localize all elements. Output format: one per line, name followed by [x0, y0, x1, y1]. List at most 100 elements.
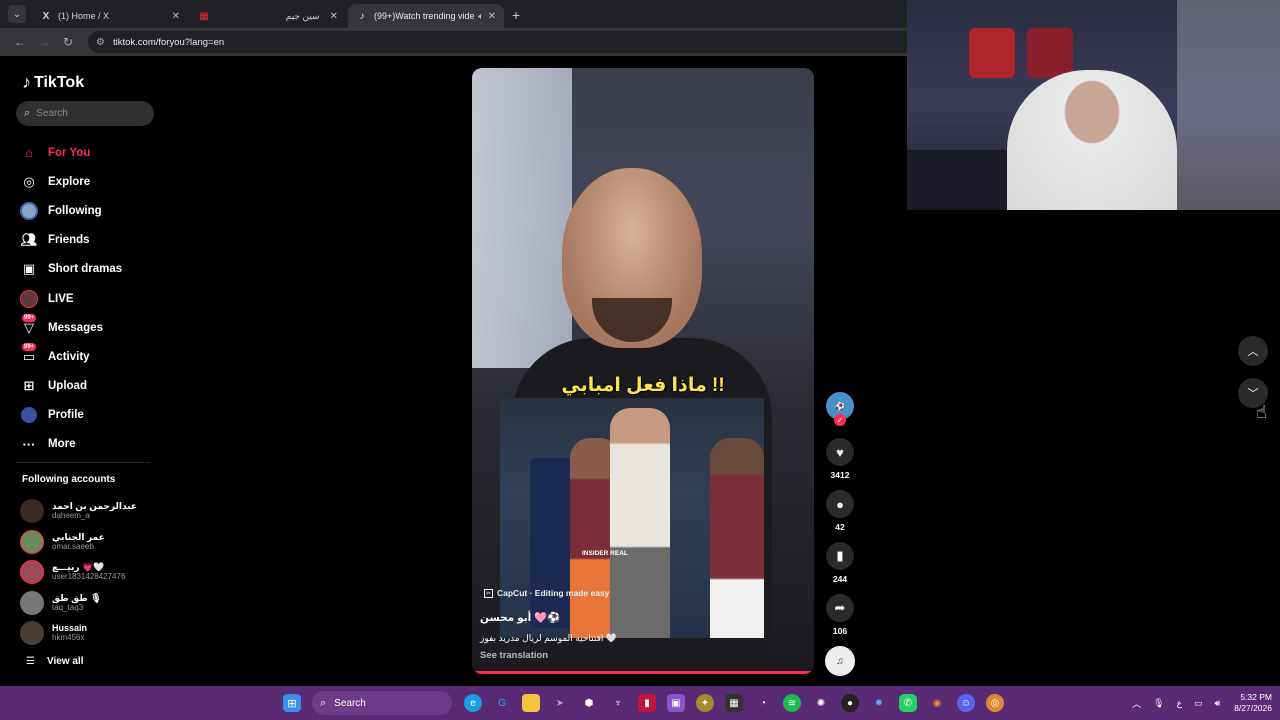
app-icon[interactable]: ▮	[638, 694, 656, 712]
close-icon[interactable]: ✕	[330, 11, 338, 22]
nav-friends[interactable]: 👥︎ Friends	[20, 226, 122, 255]
app-icon[interactable]: ✹	[870, 694, 888, 712]
nav-label: Following	[48, 204, 102, 217]
activity-badge: 99+	[22, 342, 37, 351]
activity-icon: ▭ 99+	[22, 342, 37, 364]
volume-icon[interactable]: 🔊︎	[1215, 698, 1221, 709]
see-translation-link[interactable]: See translation	[480, 650, 548, 661]
nav-explore[interactable]: ◎ Explore	[20, 167, 122, 196]
video-author[interactable]: أبو محسن 🩷⚽	[480, 611, 560, 624]
new-tab-button[interactable]: +	[512, 7, 520, 23]
share-button[interactable]: ➦ 106	[824, 594, 856, 638]
video-progress-bar[interactable]	[472, 671, 814, 674]
nav-label: More	[48, 438, 76, 451]
folder-icon[interactable]	[522, 694, 540, 712]
app-icon[interactable]: ●	[841, 694, 859, 712]
hand-cursor-icon: ☝	[1256, 402, 1267, 422]
taskbar-search-label: Search	[334, 697, 366, 709]
account-item[interactable]: طق طق 🎙 taq_taq3	[20, 588, 137, 619]
list-icon: ☰	[26, 656, 35, 667]
comment-count: 42	[835, 522, 845, 532]
chrome-app-icon[interactable]: G	[493, 694, 511, 712]
home-icon: ⌂	[25, 145, 33, 161]
account-item[interactable]: عبدالرحمن بن احمد daheem_a	[20, 496, 137, 527]
account-name: ربيـــع 💗🤍	[52, 562, 105, 573]
profile-icon	[20, 406, 38, 424]
monitor-icon[interactable]: ▭	[1194, 698, 1203, 709]
nav-upload[interactable]: ⊞ Upload	[20, 372, 122, 401]
save-button[interactable]: ▮ 244	[824, 542, 856, 586]
tab-tiktok[interactable]: ♪ (99+)Watch trending videos 🔈︎ ✕	[348, 4, 504, 28]
app-icon[interactable]: ✦	[696, 694, 714, 712]
account-item[interactable]: Hussain hkm456x	[20, 618, 137, 649]
site-info-icon[interactable]: ⚙︎	[96, 37, 105, 48]
tab-search-dropdown[interactable]: ⌄	[8, 5, 26, 23]
messages-icon: ▽ 99+	[22, 313, 37, 335]
view-all-link[interactable]: ☰ View all	[26, 656, 83, 667]
speaker-icon[interactable]: 🔈︎	[478, 11, 483, 22]
comment-button[interactable]: ● 42	[824, 490, 856, 534]
capcut-anchor[interactable]: ✂ CapCut · Editing made easy	[484, 588, 609, 598]
following-avatar-icon	[20, 201, 38, 220]
action-bar: ⚽ ✓ ♥ 3412 ● 42 ▮ 244 ➦ 106	[824, 392, 856, 646]
telegram-icon[interactable]: ➤	[551, 694, 569, 712]
video-player[interactable]: INSIDER REAL ماذا فعل امبابي !! ✂ CapCut…	[472, 68, 814, 674]
nav-short-dramas[interactable]: ▣ Short dramas	[20, 255, 122, 284]
spotify-icon[interactable]: ≋	[783, 694, 801, 712]
app-icon[interactable]: ▣	[667, 694, 685, 712]
app-icon[interactable]: ◉	[928, 694, 946, 712]
app-icon[interactable]: ▦	[725, 694, 743, 712]
clock-time: 5:32 PM	[1240, 692, 1272, 702]
nav-for-you[interactable]: ⌂ For You	[20, 138, 122, 167]
jersey-image	[1027, 28, 1073, 78]
app-icon[interactable]: ♆	[609, 694, 627, 712]
previous-video-button[interactable]: ︿	[1238, 336, 1268, 366]
inset-clip-image: INSIDER REAL	[500, 398, 764, 638]
follow-plus-icon[interactable]: ✓	[834, 414, 846, 426]
creator-avatar[interactable]: ⚽ ✓	[826, 392, 854, 426]
taskbar-search[interactable]: ⌕ Search	[312, 691, 452, 715]
account-item[interactable]: ربيـــع 💗🤍 user1831428427476	[20, 557, 137, 588]
close-icon[interactable]: ✕	[488, 11, 496, 22]
nav-more[interactable]: ··· More	[20, 430, 122, 459]
discord-icon[interactable]: ☺	[957, 694, 975, 712]
avatar	[20, 529, 44, 554]
account-item[interactable]: عمر الجنابي omar.saeeb	[20, 527, 137, 558]
language-indicator[interactable]: ع	[1177, 698, 1182, 709]
reload-icon[interactable]: ↻	[60, 35, 76, 49]
back-icon[interactable]: ←	[12, 35, 28, 49]
tab-seen-jeem[interactable]: ▦ سين جيم ✕	[190, 4, 346, 28]
sidebar: ♪ TikTok ⌕ Search ⌂ For You ◎ Explore Fo…	[0, 56, 165, 686]
chrome-active-icon[interactable]: ◎	[986, 694, 1004, 712]
nav-messages[interactable]: ▽ 99+ Messages	[20, 313, 122, 342]
forward-icon[interactable]: →	[36, 35, 52, 49]
app-icon[interactable]: ⬢	[580, 694, 598, 712]
search-input[interactable]: ⌕ Search	[16, 101, 154, 126]
avatar	[20, 621, 44, 646]
search-icon: ⌕	[320, 696, 327, 709]
clock[interactable]: 5:32 PM 8/27/2026	[1234, 692, 1272, 714]
view-all-label: View all	[46, 656, 84, 667]
nav-activity[interactable]: ▭ 99+ Activity	[20, 342, 122, 371]
microphone-icon[interactable]: 🎙︎	[1153, 698, 1164, 709]
url-field[interactable]: ⚙︎ tiktok.com/foryou?lang=en	[88, 31, 976, 53]
nav-following[interactable]: Following	[20, 196, 122, 225]
like-button[interactable]: ♥ 3412	[824, 438, 856, 482]
account-handle: daheem_a	[52, 511, 90, 521]
close-icon[interactable]: ✕	[172, 11, 180, 22]
chevron-up-icon[interactable]: ︿	[1132, 697, 1141, 710]
music-disc-icon[interactable]: ♫	[825, 646, 855, 676]
whatsapp-icon[interactable]: ✆	[899, 694, 917, 712]
webcam-overlay	[907, 0, 1280, 210]
nav-live[interactable]: LIVE	[20, 284, 122, 313]
chatgpt-icon[interactable]: ✺	[812, 694, 830, 712]
comment-icon: ●	[826, 490, 854, 518]
bookmark-icon: ▮	[826, 542, 854, 570]
tab-x-home[interactable]: X (1) Home / X ✕	[32, 4, 188, 28]
nav-profile[interactable]: Profile	[20, 401, 122, 430]
app-icon[interactable]: ◔	[754, 694, 772, 712]
tiktok-logo[interactable]: ♪ TikTok	[22, 72, 84, 93]
windows-start-icon[interactable]: ⊞	[283, 694, 301, 712]
edge-icon[interactable]: e	[464, 694, 482, 712]
chevron-down-icon: ﹀	[1247, 388, 1259, 400]
